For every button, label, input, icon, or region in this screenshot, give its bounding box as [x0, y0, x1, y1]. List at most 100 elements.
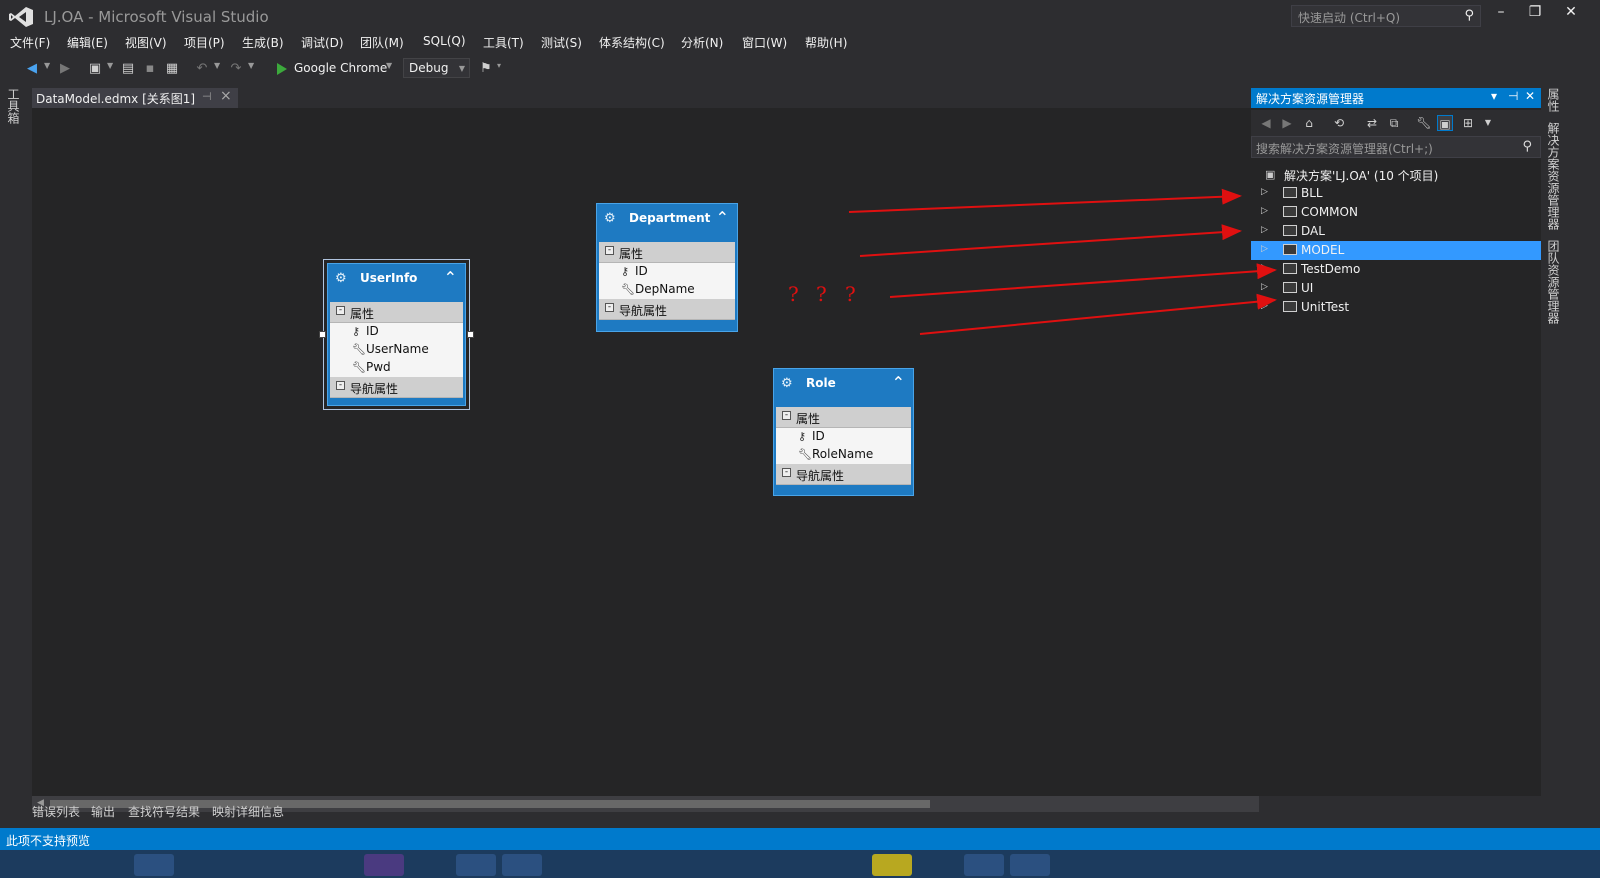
redo-dropdown-icon[interactable]: ▼ — [248, 61, 254, 70]
undo-icon[interactable]: ↶ — [193, 60, 211, 78]
tree-item-common[interactable]: ▷ COMMON — [1251, 203, 1541, 222]
properties-section-header[interactable]: - 属性 — [599, 242, 735, 263]
toolbox-tab[interactable]: 工具箱 — [6, 88, 22, 124]
menu-view[interactable]: 视图(V) — [125, 34, 167, 51]
entity-role[interactable]: ⚙ Role ⌃ - 属性 ⚷ ID 🔧︎RoleName - 导航属性 — [773, 368, 914, 496]
find-in-files-icon[interactable]: ⚑ — [477, 60, 495, 78]
menu-sql[interactable]: SQL(Q) — [423, 34, 466, 48]
solution-search-input[interactable]: 搜索解决方案资源管理器(Ctrl+;) ⚲ — [1251, 136, 1541, 158]
entity-header[interactable]: ⚙ Role ⌃ — [774, 369, 913, 399]
taskbar-item[interactable] — [364, 854, 404, 876]
solution-configuration-select[interactable]: Debug ▼ — [403, 58, 470, 78]
new-project-dropdown-icon[interactable]: ▼ — [107, 61, 113, 70]
refresh-icon[interactable]: ⇄ — [1364, 115, 1380, 131]
toolbar-dropdown-icon[interactable]: ▼ — [1480, 115, 1496, 131]
pin-icon[interactable]: ⊣ — [202, 90, 212, 103]
quick-launch-input[interactable]: 快速启动 (Ctrl+Q) ⚲ — [1291, 5, 1481, 27]
property-item[interactable]: ⚷ ID — [621, 264, 648, 282]
pin-panel-icon[interactable]: ⊣ — [1508, 89, 1518, 103]
property-item[interactable]: 🔧︎Pwd — [352, 360, 391, 378]
taskbar-item[interactable] — [964, 854, 1004, 876]
menu-test[interactable]: 测试(S) — [541, 34, 582, 51]
forward-icon[interactable]: ▶ — [1279, 115, 1295, 131]
menu-file[interactable]: 文件(F) — [10, 34, 50, 51]
close-panel-icon[interactable]: ✕ — [1525, 89, 1535, 103]
expand-icon[interactable]: ▷ — [1261, 187, 1268, 197]
menu-edit[interactable]: 编辑(E) — [67, 34, 108, 51]
tree-item-dal[interactable]: ▷ DAL — [1251, 222, 1541, 241]
view-class-diagram-icon[interactable]: ⊞ — [1460, 115, 1476, 131]
tree-item-model[interactable]: ▷ MODEL — [1251, 241, 1541, 260]
redo-icon[interactable]: ↷ — [227, 60, 245, 78]
solution-explorer-tab[interactable]: 解决方案资源管理器 — [1545, 122, 1562, 230]
menu-architecture[interactable]: 体系结构(C) — [599, 34, 665, 51]
entity-userinfo[interactable]: ⚙ UserInfo ⌃ - 属性 ⚷ ID 🔧︎UserName 🔧︎Pwd -… — [323, 259, 470, 410]
collapse-icon[interactable]: ⌃ — [716, 208, 729, 227]
properties-section-header[interactable]: - 属性 — [776, 407, 911, 428]
expand-icon[interactable]: ▷ — [1261, 263, 1268, 273]
tab-mapping-details[interactable]: 映射详细信息 — [212, 803, 284, 820]
properties-section-header[interactable]: - 属性 — [330, 302, 463, 323]
solution-explorer-title-bar[interactable]: 解决方案资源管理器 ▾ ⊣ ✕ — [1251, 88, 1541, 108]
solution-root-node[interactable]: ▣ 解决方案'LJ.OA' (10 个项目) — [1251, 165, 1541, 184]
collapse-section-icon[interactable]: - — [782, 468, 791, 477]
tab-error-list[interactable]: 错误列表 — [32, 803, 80, 820]
new-project-icon[interactable]: ▣ — [86, 60, 104, 78]
forward-icon[interactable]: ▶ — [56, 60, 74, 78]
menu-debug[interactable]: 调试(D) — [301, 34, 344, 51]
open-file-icon[interactable]: ▤ — [119, 60, 137, 78]
back-icon[interactable]: ◀ — [23, 60, 41, 78]
taskbar-item[interactable] — [1010, 854, 1050, 876]
entity-header[interactable]: ⚙ UserInfo ⌃ — [328, 264, 465, 294]
taskbar-item[interactable] — [134, 854, 174, 876]
document-tab-datamodel[interactable]: DataModel.edmx [关系图1] ⊣ × — [32, 88, 238, 108]
expand-icon[interactable]: ▷ — [1261, 244, 1268, 254]
collapse-all-icon[interactable]: ⧉ — [1386, 115, 1402, 131]
panel-options-icon[interactable]: ▾ — [1491, 89, 1497, 103]
property-item[interactable]: 🔧︎RoleName — [798, 447, 873, 465]
expand-icon[interactable]: ▷ — [1261, 282, 1268, 292]
navigation-section-header[interactable]: - 导航属性 — [330, 377, 463, 398]
sync-history-icon[interactable]: ⟲ — [1331, 115, 1347, 131]
expand-icon[interactable]: ▷ — [1261, 206, 1268, 216]
taskbar-item[interactable] — [502, 854, 542, 876]
property-item[interactable]: 🔧︎UserName — [352, 342, 429, 360]
close-window-button[interactable]: ✕ — [1556, 4, 1586, 26]
collapse-section-icon[interactable]: - — [782, 411, 791, 420]
expand-icon[interactable]: ▷ — [1261, 225, 1268, 235]
property-item[interactable]: 🔧︎DepName — [621, 282, 695, 300]
tab-find-symbol-results[interactable]: 查找符号结果 — [128, 803, 200, 820]
menu-analyze[interactable]: 分析(N) — [681, 34, 723, 51]
tree-item-unittest[interactable]: ▷ UnitTest — [1251, 298, 1541, 317]
menu-window[interactable]: 窗口(W) — [742, 34, 787, 51]
menu-tools[interactable]: 工具(T) — [483, 34, 524, 51]
property-item[interactable]: ⚷ ID — [352, 324, 379, 342]
properties-window-tab[interactable]: 属性 — [1545, 88, 1562, 112]
tree-item-ui[interactable]: ▷ UI — [1251, 279, 1541, 298]
resize-handle[interactable] — [319, 331, 326, 338]
collapse-section-icon[interactable]: - — [605, 246, 614, 255]
menu-help[interactable]: 帮助(H) — [805, 34, 847, 51]
collapse-section-icon[interactable]: - — [336, 306, 345, 315]
navigation-section-header[interactable]: - 导航属性 — [776, 464, 911, 485]
properties-icon[interactable]: 🔧︎ — [1416, 115, 1432, 131]
team-explorer-tab[interactable]: 团队资源管理器 — [1545, 240, 1562, 324]
property-item[interactable]: ⚷ ID — [798, 429, 825, 447]
expand-icon[interactable]: ▷ — [1261, 301, 1268, 311]
tree-item-bll[interactable]: ▷ BLL — [1251, 184, 1541, 203]
toolbar-options-icon[interactable]: ▾ — [497, 61, 501, 70]
collapse-icon[interactable]: ⌃ — [444, 268, 457, 287]
close-tab-icon[interactable]: × — [220, 88, 232, 104]
undo-dropdown-icon[interactable]: ▼ — [214, 61, 220, 70]
restore-button[interactable]: ❐ — [1520, 4, 1550, 26]
taskbar-item[interactable] — [456, 854, 496, 876]
collapse-icon[interactable]: ⌃ — [892, 373, 905, 392]
collapse-section-icon[interactable]: - — [336, 381, 345, 390]
home-icon[interactable]: ⌂ — [1301, 115, 1317, 131]
navigation-section-header[interactable]: - 导航属性 — [599, 299, 735, 320]
collapse-section-icon[interactable]: - — [605, 303, 614, 312]
minimize-button[interactable]: – — [1486, 4, 1516, 26]
run-target-dropdown-icon[interactable]: ▼ — [386, 61, 392, 70]
entity-header[interactable]: ⚙ Department ⌃ — [597, 204, 737, 234]
show-all-files-icon[interactable]: ▣ — [1437, 115, 1453, 131]
